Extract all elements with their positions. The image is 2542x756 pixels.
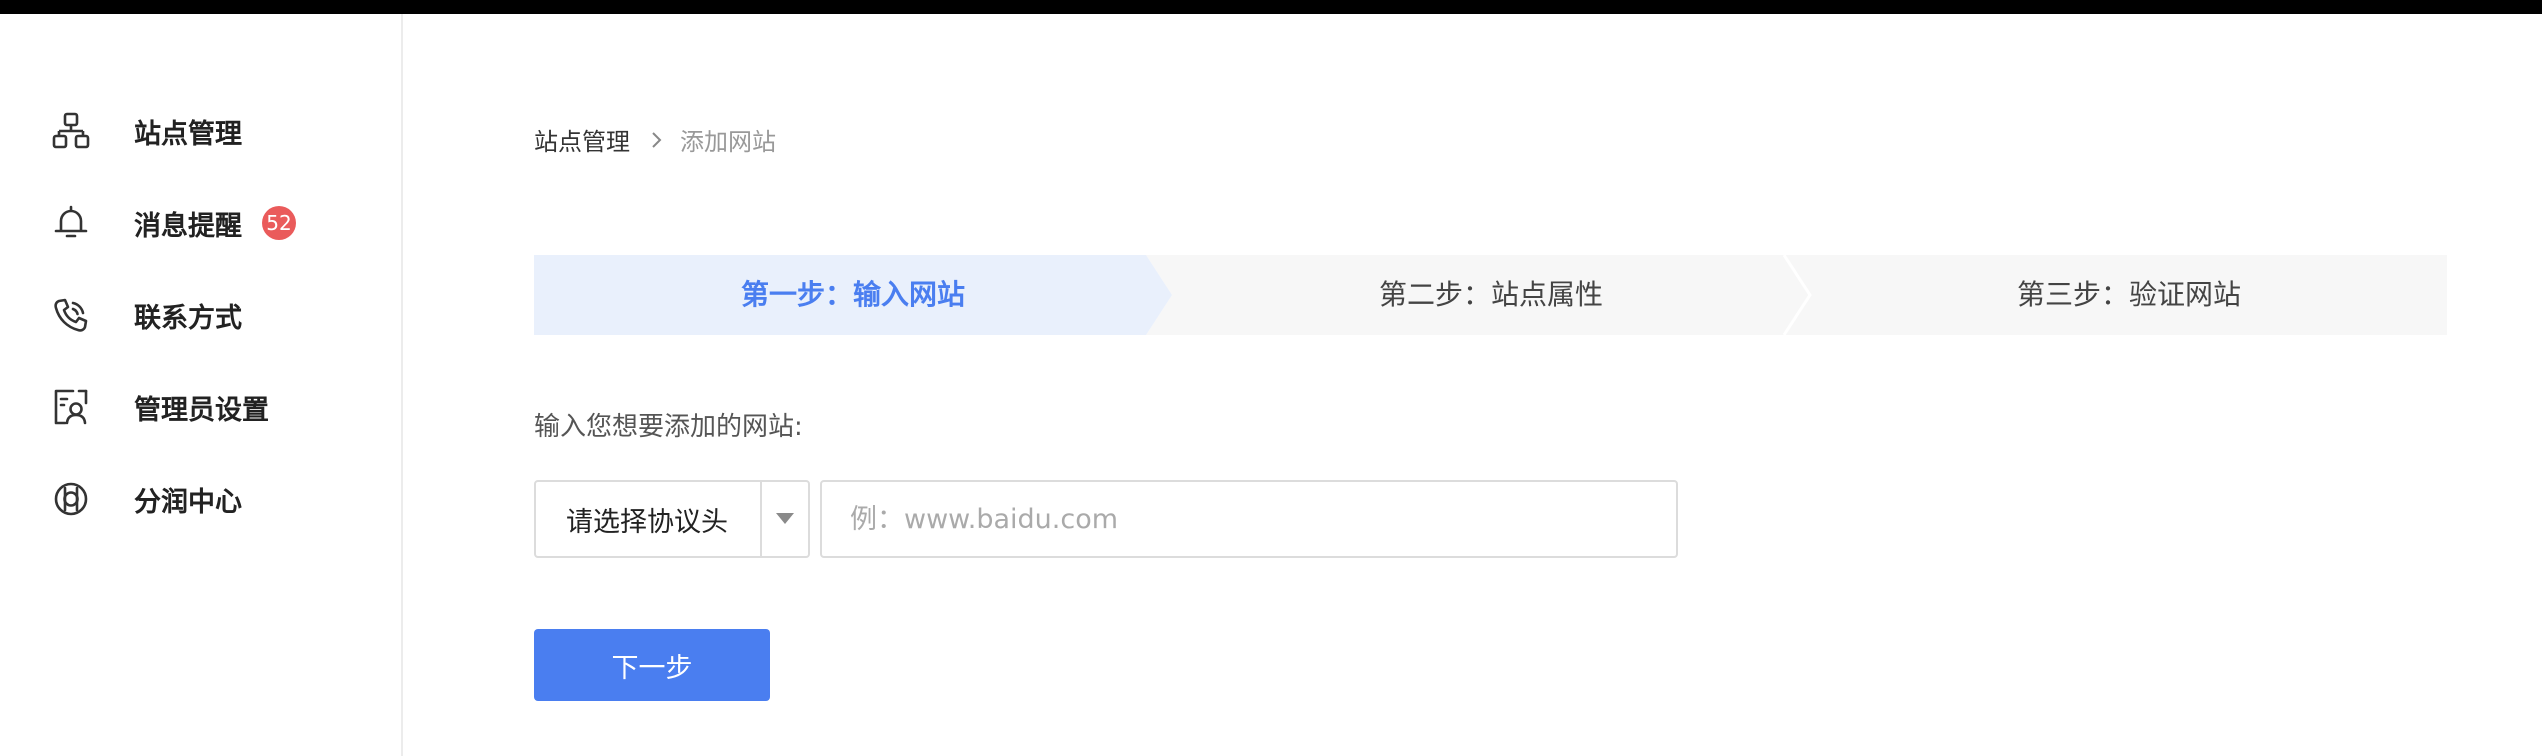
website-input-prompt: 输入您想要添加的网站:	[534, 412, 803, 442]
breadcrumb-root-link[interactable]: 站点管理	[534, 122, 630, 157]
sidebar-item-site-management[interactable]: 站点管理	[50, 101, 242, 161]
sidebar-item-notifications[interactable]: 消息提醒 52	[50, 193, 296, 253]
breadcrumb-current: 添加网站	[680, 128, 776, 156]
sidebar-item-label: 管理员设置	[134, 394, 269, 426]
website-url-input[interactable]	[820, 480, 1678, 558]
step-progress-bar: 第一步：输入网站 第二步：站点属性 第三步：验证网站	[534, 255, 2447, 335]
revenue-share-icon	[50, 478, 92, 520]
sidebar-item-label: 分润中心	[134, 486, 242, 518]
main-content: 站点管理 添加网站 第一步：输入网站 第二步：站点属性 第三步：验证网站 输入您…	[403, 14, 2542, 756]
sitemap-icon	[50, 110, 92, 152]
admin-user-icon	[50, 386, 92, 428]
step-3-label: 第三步：验证网站	[2016, 278, 2241, 311]
sidebar-item-contact[interactable]: 联系方式	[50, 285, 242, 345]
phone-icon	[50, 294, 92, 336]
sidebar-item-label: 站点管理	[134, 118, 242, 150]
breadcrumb: 站点管理 添加网站	[534, 122, 776, 157]
notification-count-badge: 52	[262, 206, 296, 240]
sidebar-item-admin-settings[interactable]: 管理员设置	[50, 377, 269, 437]
sidebar-item-label: 联系方式	[134, 302, 242, 334]
step-2-label: 第二步：站点属性	[1378, 278, 1603, 311]
sidebar-item-revenue-share[interactable]: 分润中心	[50, 469, 242, 529]
top-bar	[0, 0, 2542, 14]
sidebar: 站点管理 消息提醒 52 联系方式 管理员设置 分润中心	[0, 14, 403, 756]
bell-icon	[50, 202, 92, 244]
next-step-button[interactable]: 下一步	[534, 629, 770, 701]
chevron-right-icon	[650, 129, 664, 151]
protocol-select[interactable]: 请选择协议头	[534, 480, 810, 558]
step-1-label: 第一步：输入网站	[740, 278, 965, 311]
sidebar-item-label: 消息提醒	[134, 210, 242, 242]
dropdown-arrow-icon[interactable]	[760, 482, 808, 556]
protocol-select-value: 请选择协议头	[566, 506, 728, 538]
